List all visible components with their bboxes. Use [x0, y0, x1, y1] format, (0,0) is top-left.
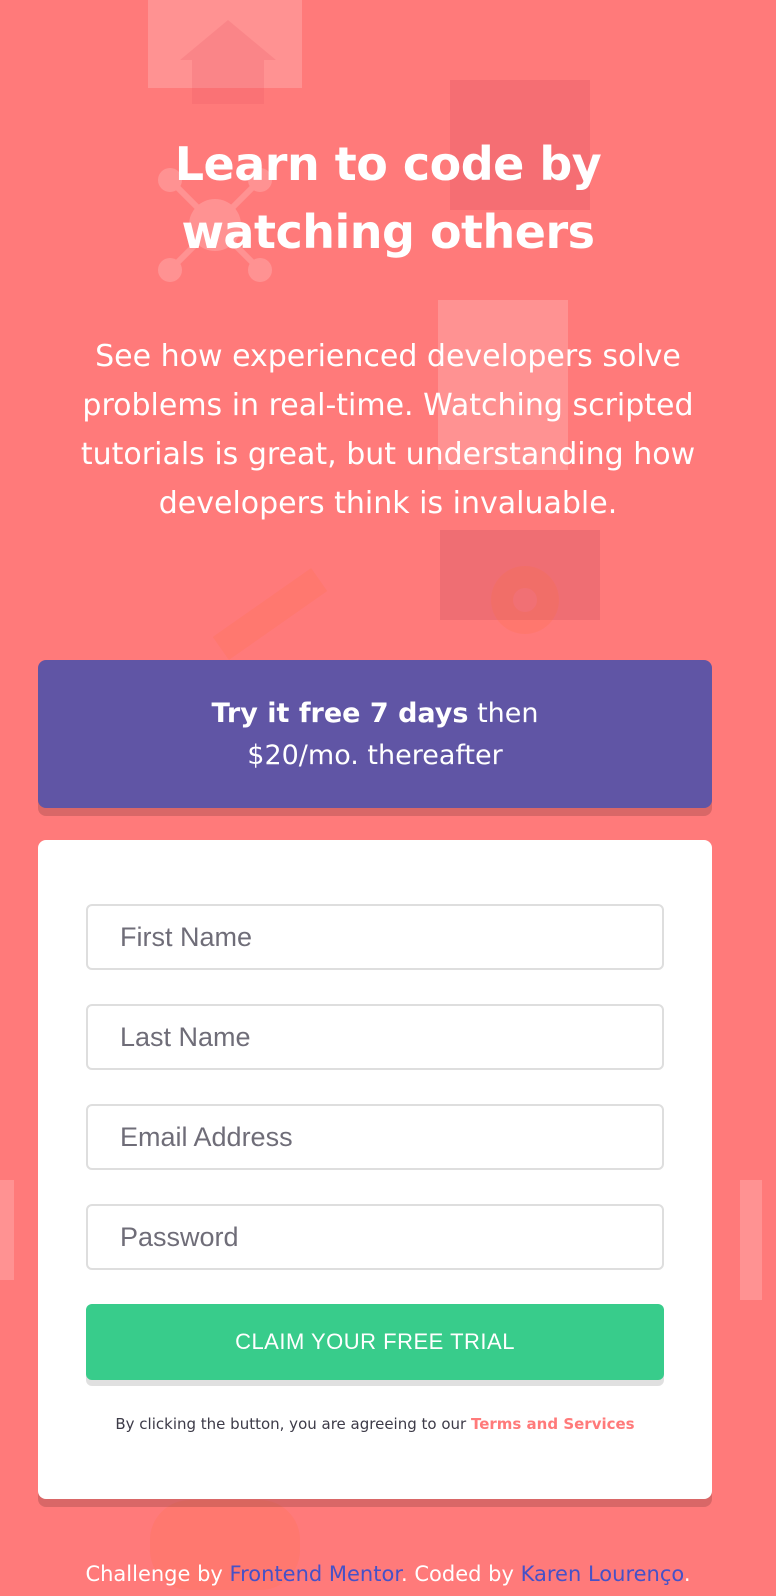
author-link[interactable]: Karen Lourenço [521, 1562, 684, 1586]
footer-prefix: Challenge by [85, 1562, 230, 1586]
claim-trial-button[interactable]: CLAIM YOUR FREE TRIAL [86, 1304, 664, 1380]
terms-notice: By clicking the button, you are agreeing… [38, 1415, 712, 1433]
page-title: Learn to code by watching others [0, 130, 776, 266]
terms-link[interactable]: Terms and Services [471, 1415, 635, 1433]
page: Learn to code by watching others See how… [0, 0, 776, 1596]
password-input[interactable] [86, 1204, 664, 1270]
title-line-2: watching others [181, 205, 595, 259]
footer-middle: . Coded by [401, 1562, 521, 1586]
promo-bold-text: Try it free 7 days [211, 698, 469, 729]
attribution-footer: Challenge by Frontend Mentor. Coded by K… [0, 1562, 776, 1586]
frontend-mentor-link[interactable]: Frontend Mentor [230, 1562, 402, 1586]
first-name-input[interactable] [86, 904, 664, 970]
promo-price-text: $20/mo. thereafter [247, 740, 503, 771]
signup-form: CLAIM YOUR FREE TRIAL By clicking the bu… [38, 840, 712, 1499]
title-line-1: Learn to code by [174, 137, 602, 191]
email-input[interactable] [86, 1104, 664, 1170]
footer-suffix: . [683, 1562, 691, 1586]
promo-banner: Try it free 7 days then $20/mo. thereaft… [38, 660, 712, 808]
last-name-input[interactable] [86, 1004, 664, 1070]
promo-normal-text: then [468, 698, 539, 729]
intro-text: See how experienced developers solve pro… [80, 339, 696, 521]
terms-prefix: By clicking the button, you are agreeing… [115, 1415, 471, 1433]
